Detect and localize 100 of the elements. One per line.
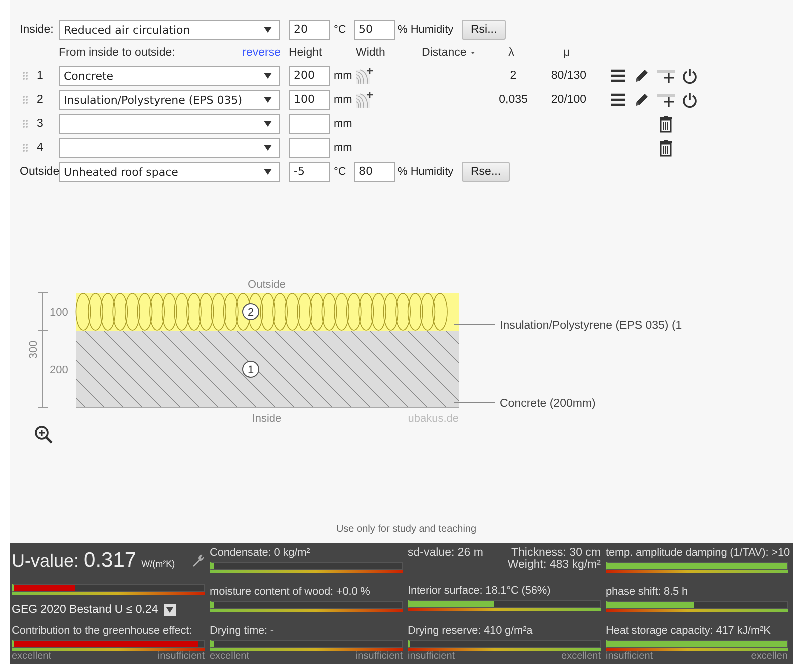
- dimension-label: 200: [50, 364, 68, 376]
- unit-label: °C: [333, 166, 348, 178]
- diagram-credit: ubakus.de: [408, 413, 459, 425]
- drag-handle-icon[interactable]: [22, 95, 29, 105]
- scale-label: insufficient: [606, 651, 654, 662]
- drag-handle-icon[interactable]: [22, 143, 29, 153]
- result-label: Weight: 483 kg/m²: [508, 559, 601, 571]
- hatch-plus-icon[interactable]: [356, 67, 374, 85]
- power-icon[interactable]: [682, 92, 698, 108]
- column-header: Width: [355, 47, 386, 59]
- layer-number: 1: [242, 361, 260, 378]
- leader-line: [454, 324, 496, 326]
- u-value-text: U-value: 0.317 W/(m²K): [12, 549, 176, 573]
- trash-icon[interactable]: [659, 116, 673, 132]
- scale-label: excellent: [210, 651, 250, 662]
- table-cell: 80/130: [550, 70, 588, 82]
- layer-caption: Concrete (200mm): [500, 398, 596, 410]
- surface-resistance-button[interactable]: Rsi...: [462, 20, 506, 40]
- add-row-icon[interactable]: [657, 92, 675, 108]
- input-field[interactable]: 80: [354, 162, 395, 182]
- caret-icon: [263, 167, 273, 177]
- input-field[interactable]: 50: [354, 20, 395, 40]
- dropdown[interactable]: Insulation/Polystyrene (EPS 035): [59, 90, 280, 110]
- dimension-label: 300: [28, 340, 40, 360]
- standard-label: GEG 2020 Bestand U ≤ 0.24: [12, 604, 158, 616]
- input-field[interactable]: 20: [289, 20, 330, 40]
- table-cell-text: 0,035: [498, 94, 529, 106]
- disclaimer-text: Use only for study and teaching: [335, 524, 478, 535]
- unit-label: °C: [333, 24, 348, 36]
- result-label: Thickness: 30 cm: [512, 547, 601, 559]
- pencil-icon[interactable]: [634, 92, 650, 108]
- input-field[interactable]: -5: [289, 162, 330, 182]
- table-cell-text: 2: [509, 70, 518, 82]
- side-label: Inside: [252, 413, 282, 425]
- column-header: Height: [289, 47, 324, 59]
- dropdown[interactable]: Unheated roof space: [59, 162, 280, 182]
- scale-label: insufficient: [158, 651, 205, 662]
- side-label: Outside: [248, 279, 286, 291]
- caret-icon: [263, 95, 273, 105]
- column-header: From inside to outside:: [59, 47, 176, 59]
- row-number: 1: [37, 70, 44, 82]
- dimension-label: 100: [50, 307, 68, 319]
- leader-line: [454, 402, 496, 404]
- column-header: μ: [562, 47, 572, 59]
- humidity-label: % Humidity: [397, 24, 455, 36]
- caret-icon: [263, 71, 273, 81]
- dropdown-icon[interactable]: [164, 604, 176, 616]
- input-field[interactable]: [289, 114, 330, 134]
- input-field[interactable]: [289, 138, 330, 158]
- layer-number: 2: [242, 304, 260, 320]
- power-icon[interactable]: [682, 68, 698, 84]
- result-label: phase shift: 8.5 h: [606, 586, 689, 598]
- input-field[interactable]: 200: [289, 66, 330, 86]
- add-row-icon[interactable]: [657, 68, 675, 84]
- unit-label: mm: [333, 70, 354, 82]
- row-number: 3: [37, 118, 44, 130]
- unit-label: mm: [333, 118, 354, 130]
- row-label: Inside:: [20, 24, 55, 36]
- result-label: Drying time: -: [210, 625, 275, 637]
- result-label: Drying reserve: 410 g/m²a: [408, 625, 534, 637]
- distance-header[interactable]: Distance: [414, 47, 475, 59]
- result-label: Contribution to the greenhouse effect:: [12, 625, 194, 637]
- scale-label: insufficient: [356, 651, 403, 662]
- menu-icon[interactable]: [610, 92, 626, 108]
- row-number: 2: [37, 94, 44, 106]
- humidity-label: % Humidity: [397, 166, 455, 178]
- dropdown[interactable]: Concrete: [59, 66, 280, 86]
- trash-icon[interactable]: [659, 140, 673, 156]
- table-cell: 20/100: [550, 94, 588, 106]
- drag-handle-icon[interactable]: [22, 119, 29, 129]
- caret-icon: [263, 25, 273, 35]
- layer-caption: Insulation/Polystyrene (EPS 035) (1: [500, 320, 682, 332]
- wrench-icon[interactable]: [191, 554, 205, 568]
- input-field[interactable]: 100: [289, 90, 330, 110]
- column-header: λ: [508, 47, 516, 59]
- row-number: 4: [37, 142, 44, 154]
- menu-icon[interactable]: [610, 68, 626, 84]
- surface-resistance-button[interactable]: Rse...: [462, 162, 510, 182]
- caret-icon: [263, 119, 273, 129]
- scale-label: excellen: [751, 651, 788, 662]
- caret-icon: [470, 50, 475, 56]
- result-label: sd-value: 26 m: [408, 547, 484, 561]
- result-label: moisture content of wood: +0.0 %: [210, 586, 372, 598]
- drag-handle-icon[interactable]: [22, 71, 29, 81]
- result-label: Interior surface: 18.1°C (56%): [408, 585, 552, 597]
- unit-label: mm: [333, 142, 354, 154]
- zoom-in-icon[interactable]: [36, 427, 52, 443]
- scale-label: excellent: [12, 651, 52, 662]
- unit-label: mm: [333, 94, 354, 106]
- reverse-link[interactable]: reverse: [242, 47, 281, 59]
- caret-icon: [263, 143, 273, 153]
- result-label: temp. amplitude damping (1/TAV): >10: [606, 547, 788, 559]
- dropdown[interactable]: Reduced air circulation: [59, 20, 280, 40]
- result-label: Heat storage capacity: 417 kJ/m²K: [606, 625, 772, 637]
- scale-label: insufficient: [408, 651, 456, 662]
- scale-label: excellent: [562, 651, 601, 662]
- result-label: Condensate: 0 kg/m²: [210, 547, 312, 559]
- hatch-plus-icon[interactable]: [356, 91, 374, 109]
- pencil-icon[interactable]: [634, 68, 650, 84]
- row-label: Outside: [20, 166, 58, 178]
